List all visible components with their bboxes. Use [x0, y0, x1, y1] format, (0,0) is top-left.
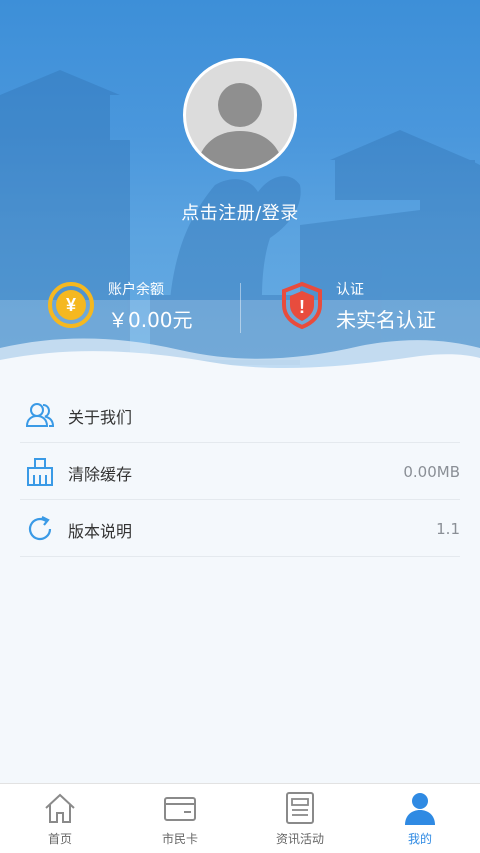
news-icon [286, 792, 314, 824]
tab-citizen-card[interactable]: 市民卡 [120, 784, 240, 853]
list-item-version-info[interactable]: 版本说明 1.1 [20, 500, 460, 557]
list-item-clear-cache[interactable]: 清除缓存 0.00MB [20, 443, 460, 500]
list-item-label: 关于我们 [68, 408, 133, 427]
default-avatar-icon [186, 61, 294, 169]
list-item-label: 清除缓存 [68, 465, 133, 484]
tab-home[interactable]: 首页 [0, 784, 120, 853]
login-register-link[interactable]: 点击注册/登录 [0, 199, 480, 225]
avatar[interactable] [183, 58, 297, 172]
wave-divider [0, 338, 480, 385]
cache-size-value: 0.00MB [403, 463, 460, 481]
home-icon [45, 793, 75, 823]
svg-text:¥: ¥ [66, 295, 76, 315]
list-item-label: 版本说明 [68, 522, 133, 541]
tab-label: 资讯活动 [275, 832, 324, 846]
bottom-tab-bar: 首页 市民卡 资讯活动 我的 [0, 783, 480, 853]
list-item-about-us[interactable]: 关于我们 [20, 386, 460, 443]
profile-header: 点击注册/登录 ¥ 账户余额 ￥0.00元 ! 认证 未实名认证 [0, 0, 480, 385]
wallet-icon [164, 797, 196, 821]
settings-list: 关于我们 清除缓存 0.00MB 版本说明 1.1 [20, 386, 460, 557]
verification-label: 认证 [336, 282, 364, 298]
tab-label: 首页 [47, 832, 72, 846]
tab-label: 市民卡 [161, 832, 198, 846]
broom-icon [27, 458, 53, 486]
balance-label: 账户余额 [108, 282, 164, 298]
tab-news-activities[interactable]: 资讯活动 [240, 784, 360, 853]
person-icon [405, 793, 435, 825]
refresh-icon [28, 516, 52, 541]
users-icon [25, 403, 55, 427]
tab-mine[interactable]: 我的 [360, 784, 480, 853]
svg-text:!: ! [299, 297, 305, 317]
version-value: 1.1 [436, 520, 460, 538]
tab-label: 我的 [407, 832, 432, 846]
